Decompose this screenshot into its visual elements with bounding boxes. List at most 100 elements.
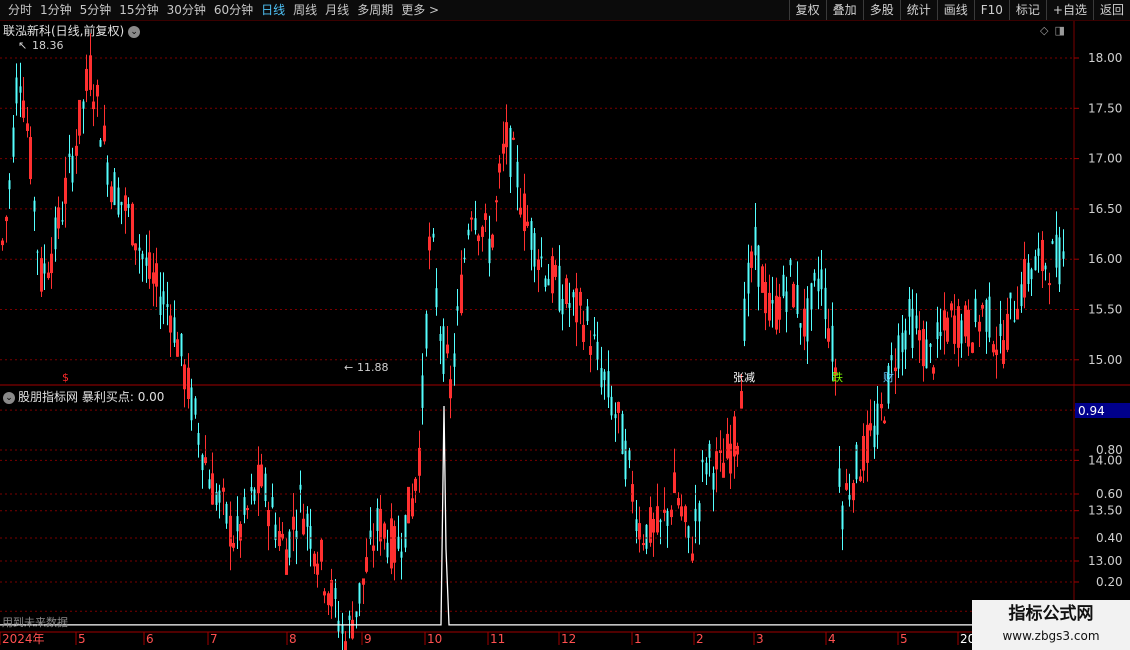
- candle-body-down: [442, 326, 445, 374]
- candle-body-down: [712, 473, 715, 490]
- candle-body-down: [974, 298, 977, 323]
- candle-body-down: [435, 288, 438, 308]
- candle-body-down: [120, 201, 123, 206]
- x-axis-label: 10: [427, 632, 442, 646]
- sub-y-tick-label: 0.40: [1096, 531, 1123, 545]
- candle-body-down: [897, 335, 900, 369]
- candle-body-down: [999, 323, 1002, 337]
- candle-body-down: [54, 217, 57, 250]
- candle-body-down: [600, 368, 603, 388]
- candle-body-down: [68, 153, 71, 158]
- candle-body-down: [404, 515, 407, 548]
- candle-body-down: [197, 432, 200, 445]
- indicator-title: ⌄ 股朋指标网 暴利买点: 0.00: [3, 388, 164, 405]
- candle-body-down: [355, 611, 358, 618]
- sub-y-tick-label: 0.80: [1096, 443, 1123, 457]
- sub-y-tick-label: 0.60: [1096, 487, 1123, 501]
- candle-body-down: [603, 371, 606, 381]
- candle-body-down: [453, 353, 456, 367]
- y-tick-label: 16.00: [1088, 252, 1122, 266]
- candle-body-down: [425, 313, 428, 349]
- event-marker-3: 财: [883, 370, 894, 384]
- candle-body-down: [309, 526, 312, 549]
- y-tick-label: 15.50: [1088, 303, 1122, 317]
- candle-body-down: [820, 269, 823, 290]
- watermark-url: www.zbgs3.com: [1002, 629, 1100, 643]
- candle-body-down: [145, 257, 148, 266]
- candle-body-down: [1020, 284, 1023, 307]
- candle-body-down: [799, 323, 802, 328]
- candle-body-down: [36, 251, 39, 253]
- candle-body-down: [421, 375, 424, 408]
- kline-chart[interactable]: 18.0017.5017.0016.5016.0015.5015.0014.50…: [0, 0, 1130, 650]
- candle-body-down: [796, 285, 799, 315]
- x-axis-label: 11: [490, 632, 505, 646]
- candle-body-down: [463, 257, 466, 260]
- y-tick-label: 16.50: [1088, 202, 1122, 216]
- candle-body-down: [467, 229, 470, 236]
- candle-body-down: [624, 440, 627, 480]
- high-price-label: 18.36: [32, 39, 64, 52]
- candle-body-down: [141, 253, 144, 260]
- candle-body-down: [645, 524, 648, 549]
- y-tick-label: 15.00: [1088, 353, 1122, 367]
- candle-body-down: [173, 317, 176, 343]
- candle-body-down: [988, 296, 991, 338]
- candle-body-down: [208, 479, 211, 489]
- candle-body-down: [516, 161, 519, 188]
- candle-body-down: [8, 180, 11, 190]
- candle-body-down: [754, 226, 757, 256]
- candle-body-down: [243, 497, 246, 515]
- candle-body-down: [1034, 256, 1037, 271]
- indicator-label: 暴利买点:: [81, 390, 134, 404]
- candle-body-down: [925, 339, 928, 369]
- candle-body-down: [162, 291, 165, 305]
- candle-body-down: [15, 77, 18, 104]
- candle-body-down: [831, 325, 834, 362]
- candle-body-down: [19, 86, 22, 93]
- x-axis-label: 12: [561, 632, 576, 646]
- candle-body-down: [306, 513, 309, 527]
- candle-body-down: [127, 204, 130, 208]
- candle-body-down: [71, 155, 74, 183]
- event-marker-2: 跌: [832, 370, 843, 384]
- candle-body-down: [568, 302, 571, 308]
- candle-body-down: [698, 503, 701, 522]
- candle-body-down: [288, 531, 291, 558]
- candle-body-down: [1030, 269, 1033, 280]
- x-axis-label: 3: [756, 632, 764, 646]
- y-tick-label: 13.50: [1088, 504, 1122, 518]
- low-price-label: 11.88: [357, 361, 389, 374]
- chevron-down-icon[interactable]: ⌄: [3, 391, 15, 404]
- x-axis-label: 2024年: [2, 632, 45, 646]
- candle-body-down: [1055, 234, 1058, 268]
- candle-body-down: [488, 238, 491, 264]
- candle-body-down: [106, 162, 109, 185]
- candle-body-down: [908, 299, 911, 317]
- candle-body-down: [432, 233, 435, 238]
- candle-body-down: [848, 494, 851, 500]
- candle-body-down: [561, 298, 564, 315]
- candle-body-down: [621, 413, 624, 454]
- candle-body-down: [904, 330, 907, 350]
- current-value-text: 0.94: [1078, 404, 1105, 418]
- x-axis-label: 6: [146, 632, 154, 646]
- candle-body-up: [246, 508, 249, 511]
- candle-body-down: [299, 484, 302, 490]
- candle-body-down: [806, 298, 809, 342]
- candle-body-down: [824, 287, 827, 320]
- candle-body-down: [194, 398, 197, 415]
- candle-body-down: [873, 425, 876, 448]
- candle-body-down: [841, 505, 844, 530]
- candle-body-down: [264, 473, 267, 502]
- candle-body-down: [890, 355, 893, 361]
- candle-body-down: [341, 624, 344, 634]
- candle-body-down: [218, 490, 221, 503]
- candle-body-down: [1037, 248, 1040, 256]
- indicator-line: [0, 405, 1074, 626]
- candle-body-down: [701, 459, 704, 463]
- candle-body-down: [509, 127, 512, 177]
- x-axis-label: 2: [696, 632, 704, 646]
- candle-body-down: [960, 320, 963, 344]
- candle-body-down: [876, 403, 879, 435]
